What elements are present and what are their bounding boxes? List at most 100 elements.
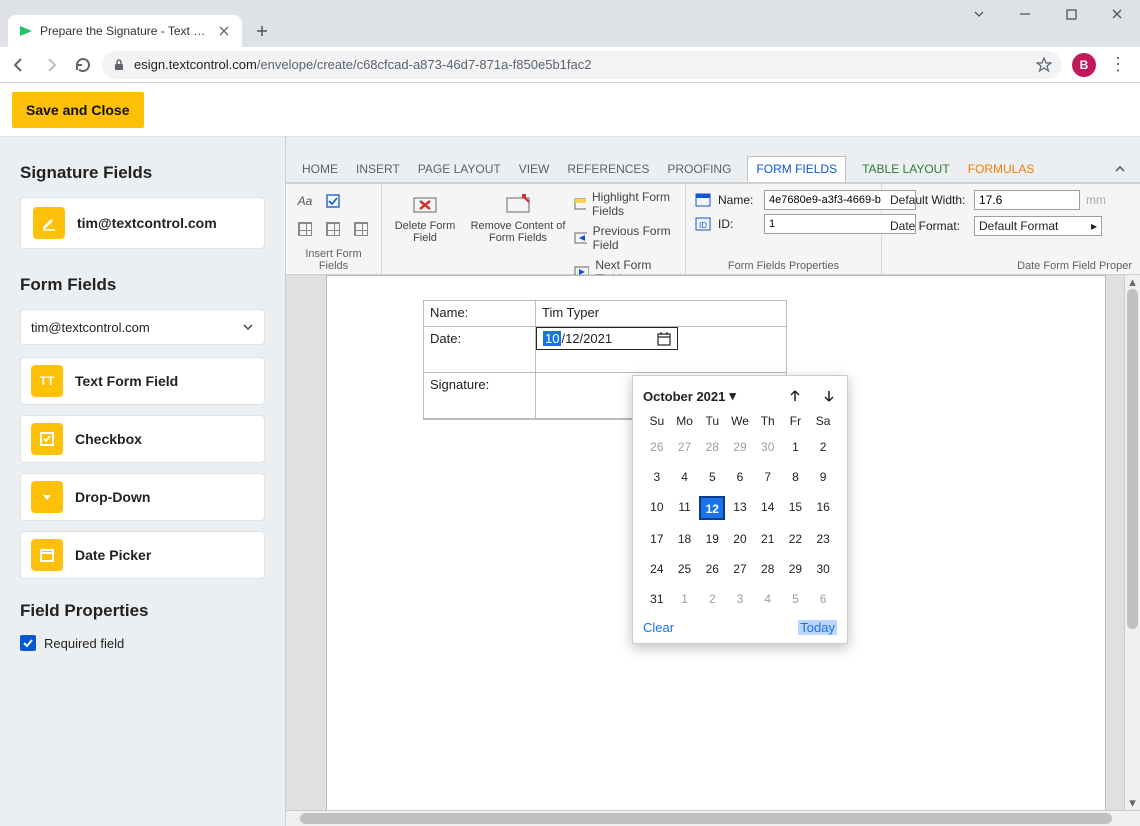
calendar-day[interactable]: 23: [810, 528, 836, 550]
calendar-day[interactable]: 30: [810, 558, 836, 580]
horizontal-scrollbar[interactable]: [286, 810, 1140, 826]
calendar-day[interactable]: 28: [699, 436, 725, 458]
calendar-day[interactable]: 24: [644, 558, 670, 580]
calendar-day[interactable]: 26: [644, 436, 670, 458]
signer-select-value: tim@textcontrol.com: [31, 320, 150, 335]
prev-month-icon[interactable]: [787, 388, 803, 404]
datepicker-clear[interactable]: Clear: [643, 620, 674, 635]
insert-date-icon[interactable]: [350, 218, 372, 240]
form-fields-heading: Form Fields: [20, 275, 265, 295]
calendar-day[interactable]: 3: [644, 466, 670, 488]
next-month-icon[interactable]: [821, 388, 837, 404]
bookmark-star-icon[interactable]: [1036, 57, 1052, 73]
delete-form-field-button[interactable]: Delete Form Field: [390, 190, 460, 244]
field-text-form-field[interactable]: TT Text Form Field: [20, 357, 265, 405]
default-width-input[interactable]: [974, 190, 1080, 210]
field-checkbox[interactable]: Checkbox: [20, 415, 265, 463]
tab-view[interactable]: VIEW: [517, 157, 552, 181]
previous-form-field-button[interactable]: Previous Form Field: [574, 224, 677, 252]
calendar-day[interactable]: 9: [810, 466, 836, 488]
calendar-day[interactable]: 29: [782, 558, 808, 580]
calendar-day[interactable]: 13: [727, 496, 753, 518]
calendar-day[interactable]: 8: [782, 466, 808, 488]
calendar-day[interactable]: 11: [672, 496, 698, 518]
vertical-scrollbar[interactable]: ▴ ▾: [1124, 275, 1140, 810]
window-maximize-icon[interactable]: [1048, 0, 1094, 28]
calendar-day[interactable]: 6: [810, 588, 836, 610]
insert-combo-icon[interactable]: [294, 218, 316, 240]
calendar-day[interactable]: 29: [727, 436, 753, 458]
calendar-day[interactable]: 25: [672, 558, 698, 580]
calendar-day[interactable]: 6: [727, 466, 753, 488]
calendar-day[interactable]: 26: [699, 558, 725, 580]
insert-text-field-icon[interactable]: Aa: [294, 190, 316, 212]
field-date-picker[interactable]: Date Picker: [20, 531, 265, 579]
calendar-day[interactable]: 22: [782, 528, 808, 550]
tab-close-icon[interactable]: [216, 23, 232, 39]
vertical-scroll-thumb[interactable]: [1127, 289, 1138, 629]
required-checkbox[interactable]: [20, 635, 36, 651]
insert-checkbox-icon[interactable]: [322, 190, 344, 212]
reload-icon[interactable]: [74, 56, 92, 74]
calendar-day[interactable]: 16: [810, 496, 836, 518]
window-dropdown-icon[interactable]: [956, 0, 1002, 28]
calendar-day[interactable]: 4: [755, 588, 781, 610]
scroll-up-icon[interactable]: ▴: [1125, 275, 1140, 289]
calendar-day[interactable]: 31: [644, 588, 670, 610]
tab-insert[interactable]: INSERT: [354, 157, 402, 181]
calendar-day[interactable]: 27: [727, 558, 753, 580]
calendar-day[interactable]: 1: [672, 588, 698, 610]
calendar-day[interactable]: 28: [755, 558, 781, 580]
profile-avatar[interactable]: B: [1072, 53, 1096, 77]
calendar-day[interactable]: 18: [672, 528, 698, 550]
field-dropdown[interactable]: Drop-Down: [20, 473, 265, 521]
insert-list-icon[interactable]: [322, 218, 344, 240]
calendar-day[interactable]: 7: [755, 466, 781, 488]
calendar-day[interactable]: 21: [755, 528, 781, 550]
tab-formulas[interactable]: FORMULAS: [966, 157, 1037, 181]
save-and-close-button[interactable]: Save and Close: [12, 92, 144, 128]
calendar-day[interactable]: 30: [755, 436, 781, 458]
window-close-icon[interactable]: [1094, 0, 1140, 28]
calendar-day[interactable]: 5: [782, 588, 808, 610]
tab-references[interactable]: REFERENCES: [565, 157, 651, 181]
calendar-day[interactable]: 4: [672, 466, 698, 488]
calendar-day[interactable]: 14: [755, 496, 781, 518]
horizontal-scroll-thumb[interactable]: [300, 813, 1112, 824]
browser-tab[interactable]: Prepare the Signature - Text Con: [8, 15, 242, 47]
highlight-form-fields-button[interactable]: Highlight Form Fields: [574, 190, 677, 218]
calendar-day[interactable]: 15: [782, 496, 808, 518]
doc-name-value[interactable]: Tim Typer: [536, 301, 786, 326]
signature-field-chip[interactable]: tim@textcontrol.com: [20, 197, 265, 249]
tab-table-layout[interactable]: TABLE LAYOUT: [860, 157, 952, 181]
calendar-icon[interactable]: [657, 332, 671, 346]
scroll-down-icon[interactable]: ▾: [1125, 796, 1140, 810]
date-format-select[interactable]: Default Format ▸: [974, 216, 1102, 236]
calendar-day[interactable]: 27: [672, 436, 698, 458]
calendar-day[interactable]: 1: [782, 436, 808, 458]
signer-select[interactable]: tim@textcontrol.com: [20, 309, 265, 345]
doc-date-input[interactable]: 10/12/2021: [536, 327, 678, 350]
calendar-day[interactable]: 12: [699, 496, 725, 520]
calendar-day[interactable]: 17: [644, 528, 670, 550]
calendar-day[interactable]: 2: [810, 436, 836, 458]
new-tab-button[interactable]: [248, 17, 276, 45]
datepicker-today[interactable]: Today: [798, 620, 837, 635]
month-selector[interactable]: October 2021 ▾: [643, 388, 736, 404]
tab-form-fields[interactable]: FORM FIELDS: [747, 156, 846, 182]
calendar-day[interactable]: 20: [727, 528, 753, 550]
browser-menu-icon[interactable]: ⋮: [1106, 54, 1130, 75]
window-minimize-icon[interactable]: [1002, 0, 1048, 28]
back-icon[interactable]: [10, 56, 28, 74]
collapse-ribbon-icon[interactable]: [1114, 163, 1126, 175]
calendar-day[interactable]: 10: [644, 496, 670, 518]
remove-content-button[interactable]: Remove Content of Form Fields: [470, 190, 566, 244]
tab-page-layout[interactable]: PAGE LAYOUT: [416, 157, 503, 181]
calendar-day[interactable]: 2: [699, 588, 725, 610]
tab-proofing[interactable]: PROOFING: [665, 157, 733, 181]
calendar-day[interactable]: 3: [727, 588, 753, 610]
calendar-day[interactable]: 19: [699, 528, 725, 550]
tab-home[interactable]: HOME: [300, 157, 340, 181]
address-bar[interactable]: esign.textcontrol.com/envelope/create/c6…: [102, 51, 1062, 79]
calendar-day[interactable]: 5: [699, 466, 725, 488]
